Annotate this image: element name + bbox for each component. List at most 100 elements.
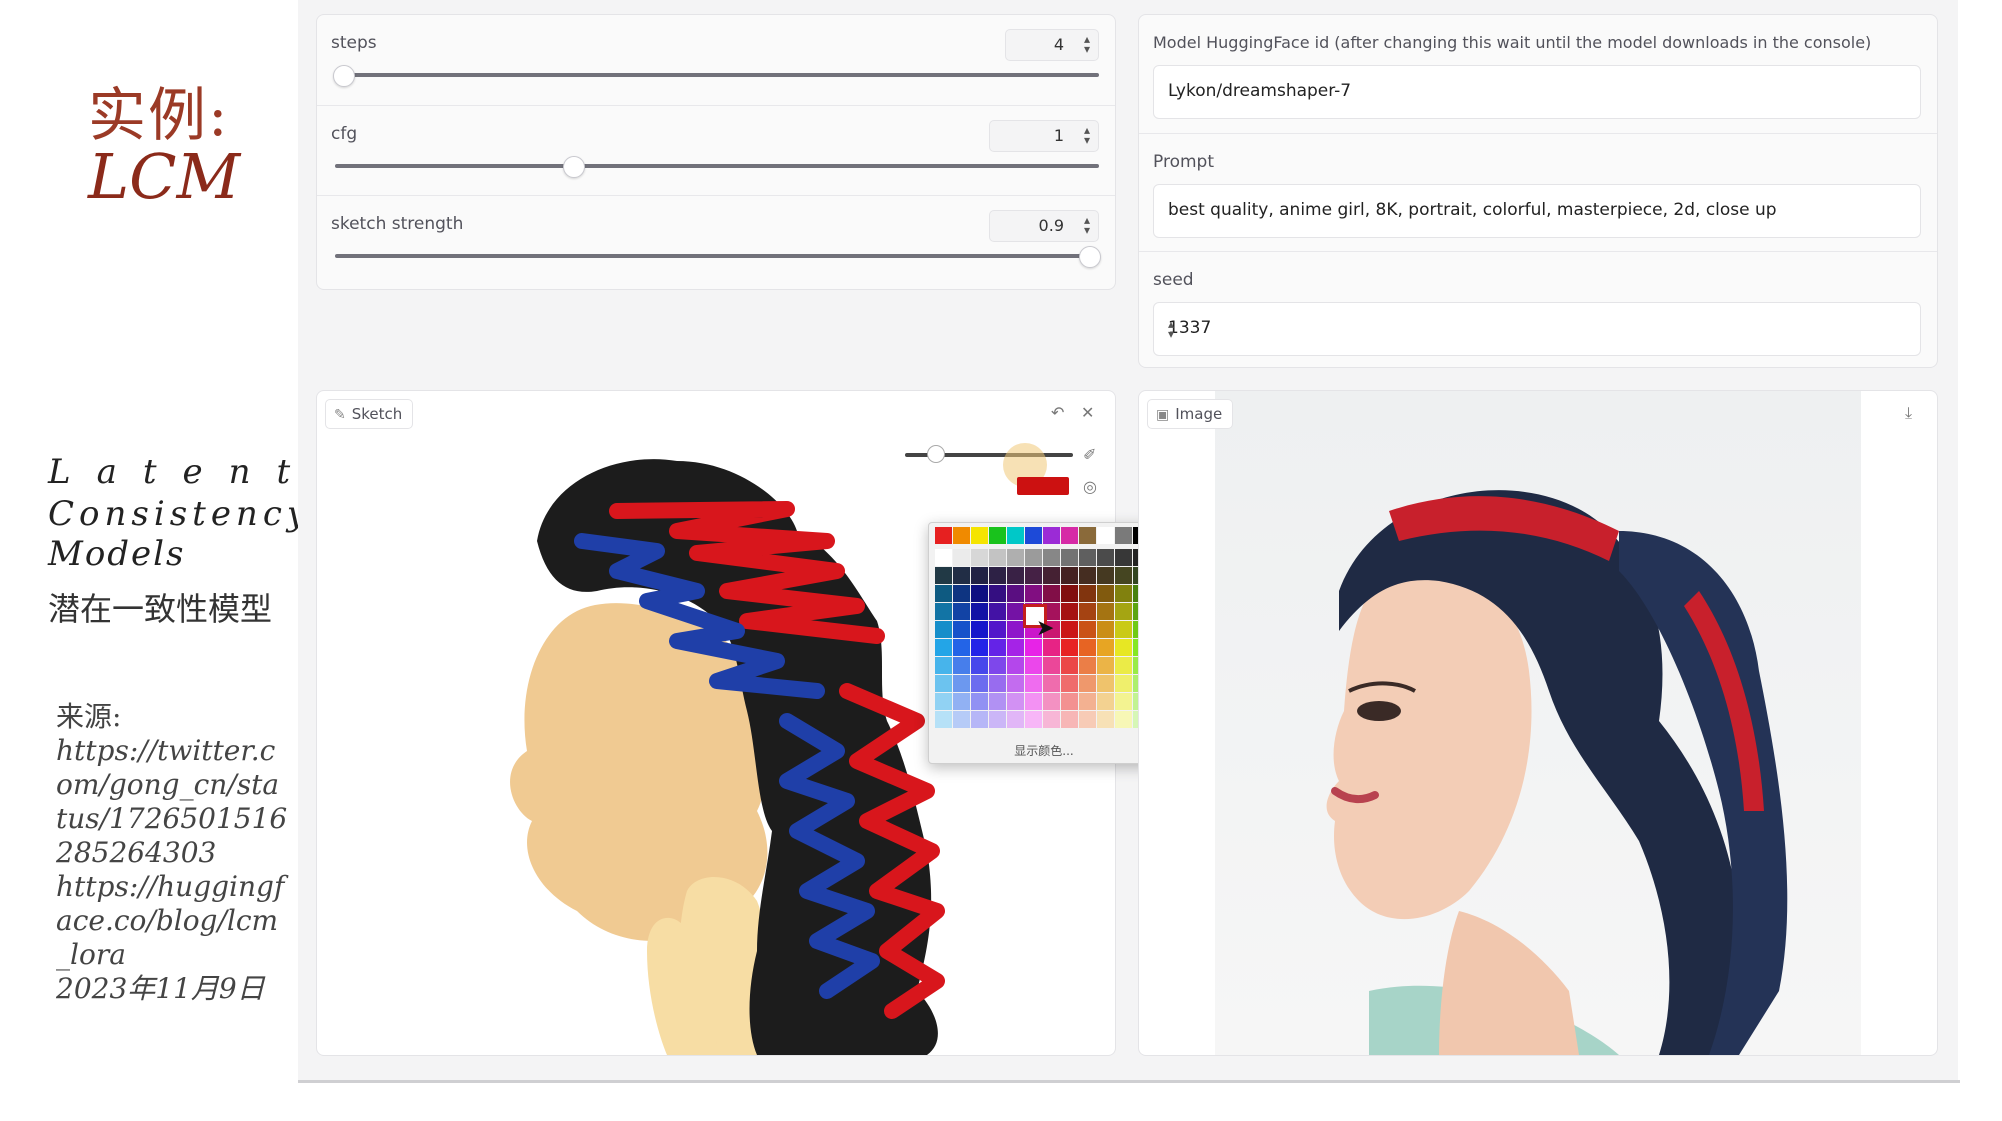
palette-swatch[interactable] (989, 621, 1006, 638)
palette-swatch[interactable] (1115, 711, 1132, 728)
palette-swatch[interactable] (1007, 603, 1024, 620)
steps-stepper-icon[interactable]: ▴ ▾ (1084, 33, 1090, 55)
palette-swatch[interactable] (1115, 621, 1132, 638)
palette-swatch[interactable] (989, 711, 1006, 728)
steps-input[interactable]: 4 ▴ ▾ (1005, 29, 1099, 61)
palette-swatch[interactable] (1115, 527, 1132, 544)
palette-swatch[interactable] (1007, 657, 1024, 674)
palette-swatch[interactable] (1115, 603, 1132, 620)
palette-swatch[interactable] (971, 621, 988, 638)
palette-swatch[interactable] (1079, 585, 1096, 602)
palette-swatch[interactable] (1025, 527, 1042, 544)
palette-swatch[interactable] (953, 639, 970, 656)
palette-swatch[interactable] (971, 603, 988, 620)
palette-swatch[interactable] (1097, 693, 1114, 710)
palette-swatch[interactable] (1079, 711, 1096, 728)
palette-swatch[interactable] (1007, 675, 1024, 692)
palette-swatch[interactable] (1115, 585, 1132, 602)
brush-size-thumb[interactable] (927, 445, 945, 463)
source-url-huggingface[interactable]: https://huggingface.co/blog/lcm_lora (56, 870, 288, 972)
palette-swatch[interactable] (1079, 639, 1096, 656)
palette-swatch[interactable] (1061, 549, 1078, 566)
palette-swatch[interactable] (1061, 657, 1078, 674)
palette-swatch[interactable] (1025, 693, 1042, 710)
palette-swatch[interactable] (1025, 657, 1042, 674)
palette-swatch[interactable] (1061, 621, 1078, 638)
palette-swatch[interactable] (1025, 639, 1042, 656)
palette-swatch[interactable] (935, 527, 952, 544)
palette-swatch[interactable] (953, 657, 970, 674)
palette-swatch[interactable] (1079, 549, 1096, 566)
palette-swatch[interactable] (953, 675, 970, 692)
palette-swatch[interactable] (1097, 711, 1114, 728)
palette-swatch[interactable] (1097, 621, 1114, 638)
palette-swatch[interactable] (935, 585, 952, 602)
palette-swatch[interactable] (1079, 603, 1096, 620)
cfg-slider-thumb[interactable] (563, 156, 585, 178)
palette-swatch[interactable] (1025, 675, 1042, 692)
palette-swatch[interactable] (1025, 585, 1042, 602)
sketch-strength-input[interactable]: 0.9 ▴ ▾ (989, 210, 1099, 242)
brush-color-swatch[interactable] (1017, 477, 1069, 495)
palette-swatch[interactable] (1079, 621, 1096, 638)
palette-swatch[interactable] (935, 711, 952, 728)
palette-swatch[interactable] (1115, 549, 1132, 566)
palette-swatch[interactable] (971, 711, 988, 728)
palette-swatch[interactable] (1061, 675, 1078, 692)
palette-swatch[interactable] (953, 693, 970, 710)
palette-swatch[interactable] (935, 657, 952, 674)
palette-swatch[interactable] (1007, 693, 1024, 710)
palette-swatch[interactable] (1043, 549, 1060, 566)
palette-swatch[interactable] (1007, 527, 1024, 544)
close-icon[interactable]: ✕ (1081, 403, 1094, 422)
palette-swatch[interactable] (1043, 657, 1060, 674)
cfg-stepper-icon[interactable]: ▴ ▾ (1084, 124, 1090, 146)
sketch-strength-stepper-icon[interactable]: ▴ ▾ (1084, 214, 1090, 236)
palette-swatch[interactable] (1097, 549, 1114, 566)
palette-swatch[interactable] (1061, 603, 1078, 620)
palette-swatch[interactable] (1061, 639, 1078, 656)
palette-swatch[interactable] (1097, 567, 1114, 584)
palette-swatch[interactable] (953, 603, 970, 620)
palette-swatch[interactable] (1007, 639, 1024, 656)
palette-swatch[interactable] (1115, 675, 1132, 692)
steps-slider-thumb[interactable] (333, 65, 355, 87)
palette-swatch[interactable] (971, 585, 988, 602)
palette-swatch[interactable] (953, 621, 970, 638)
palette-swatch[interactable] (989, 657, 1006, 674)
palette-swatch[interactable] (1007, 549, 1024, 566)
palette-swatch[interactable] (1025, 567, 1042, 584)
palette-swatch[interactable] (971, 527, 988, 544)
palette-swatch[interactable] (1061, 567, 1078, 584)
palette-swatch[interactable] (989, 527, 1006, 544)
sketch-strength-slider-track[interactable] (335, 254, 1099, 258)
palette-swatch[interactable] (953, 585, 970, 602)
palette-swatch[interactable] (1097, 657, 1114, 674)
palette-swatch[interactable] (1097, 675, 1114, 692)
palette-swatch[interactable] (1007, 585, 1024, 602)
palette-swatch[interactable] (1061, 711, 1078, 728)
download-icon[interactable]: ⤓ (1905, 403, 1912, 423)
palette-swatch[interactable] (1115, 639, 1132, 656)
palette-swatch[interactable] (935, 549, 952, 566)
palette-swatch[interactable] (971, 657, 988, 674)
palette-swatch[interactable] (1079, 527, 1096, 544)
palette-more-colors[interactable]: 显示颜色... (929, 742, 1159, 759)
palette-swatch[interactable] (1043, 527, 1060, 544)
palette-swatch[interactable] (971, 567, 988, 584)
palette-swatch[interactable] (953, 527, 970, 544)
palette-swatch[interactable] (989, 567, 1006, 584)
palette-swatch[interactable] (989, 693, 1006, 710)
palette-swatch[interactable] (935, 621, 952, 638)
palette-swatch[interactable] (1043, 693, 1060, 710)
cfg-input[interactable]: 1 ▴ ▾ (989, 120, 1099, 152)
seed-input[interactable]: 1337 ▴ ▾ (1153, 302, 1921, 356)
brush-icon[interactable]: ✐ (1083, 445, 1096, 464)
palette-swatch[interactable] (1025, 711, 1042, 728)
palette-swatch[interactable] (989, 603, 1006, 620)
palette-swatch[interactable] (1079, 675, 1096, 692)
palette-swatch[interactable] (1043, 711, 1060, 728)
prompt-input[interactable]: best quality, anime girl, 8K, portrait, … (1153, 184, 1921, 238)
palette-swatch[interactable] (1079, 693, 1096, 710)
palette-swatch[interactable] (935, 567, 952, 584)
